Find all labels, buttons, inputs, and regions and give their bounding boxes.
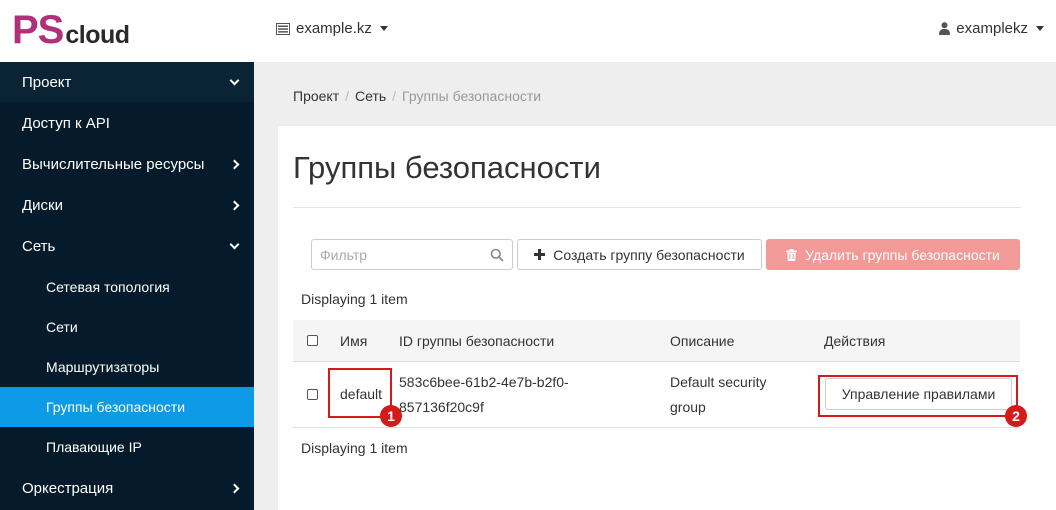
caret-down-icon	[379, 26, 388, 31]
sidebar-item-label: Плавающие IP	[46, 439, 142, 455]
chevron-right-icon	[229, 483, 240, 493]
sidebar: Проект Доступ к API Вычислительные ресур…	[0, 62, 254, 510]
user-menu[interactable]: examplekz	[939, 20, 1044, 37]
project-name: example.kz	[296, 20, 372, 37]
search-icon[interactable]	[490, 248, 504, 262]
sidebar-item-label: Сетевая топология	[46, 279, 170, 295]
sidebar-item-label: Группы безопасности	[46, 399, 186, 415]
column-header-name[interactable]: Имя	[340, 333, 367, 349]
user-name: examplekz	[956, 20, 1028, 37]
displaying-count-bottom: Displaying 1 item	[301, 440, 408, 456]
sidebar-item-orchestration[interactable]: Оркестрация	[0, 468, 254, 508]
description-line2: group	[670, 399, 706, 415]
row-checkbox[interactable]	[307, 389, 318, 400]
column-header-actions: Действия	[824, 333, 886, 349]
list-icon	[276, 22, 290, 35]
security-group-id: 583c6bee-61b2-4e7b-b2f0- 857136f20c9f	[399, 370, 569, 420]
sidebar-item-network[interactable]: Сеть	[0, 226, 254, 266]
sidebar-item-floating-ips[interactable]: Плавающие IP	[0, 427, 254, 467]
create-button-label: Создать группу безопасности	[553, 246, 745, 263]
logo-ps: PS	[12, 8, 64, 52]
sidebar-item-label: Доступ к API	[22, 114, 110, 132]
project-selector[interactable]: example.kz	[276, 20, 388, 37]
sidebar-item-security-groups[interactable]: Группы безопасности	[0, 387, 254, 427]
security-group-id-line2: 857136f20c9f	[399, 399, 484, 415]
column-header-id[interactable]: ID группы безопасности	[399, 333, 554, 349]
displaying-count-top: Displaying 1 item	[301, 291, 408, 307]
breadcrumb: Проект / Сеть / Группы безопасности	[293, 88, 541, 104]
title-divider	[293, 207, 1021, 208]
delete-security-groups-button[interactable]: Удалить группы безопасности	[766, 239, 1020, 270]
sidebar-item-volumes[interactable]: Диски	[0, 185, 254, 225]
sidebar-item-label: Проект	[22, 73, 72, 91]
description-line1: Default security	[670, 374, 767, 390]
main-content: Проект / Сеть / Группы безопасности Груп…	[254, 62, 1056, 510]
sidebar-item-routers[interactable]: Маршрутизаторы	[0, 347, 254, 387]
caret-down-icon	[1036, 26, 1044, 31]
content-panel: Группы безопасности Создать группу безоп…	[278, 126, 1056, 510]
annotation-badge-1: 1	[380, 405, 402, 427]
filter-input[interactable]	[320, 246, 490, 263]
sidebar-item-network-topology[interactable]: Сетевая топология	[0, 267, 254, 307]
security-group-id-line1: 583c6bee-61b2-4e7b-b2f0-	[399, 374, 569, 390]
annotation-badge-2: 2	[1005, 405, 1027, 427]
breadcrumb-current: Группы безопасности	[402, 88, 542, 104]
chevron-down-icon	[229, 75, 240, 85]
breadcrumb-separator: /	[345, 88, 350, 104]
filter-box[interactable]	[311, 239, 513, 270]
sidebar-item-label: Оркестрация	[22, 479, 114, 497]
breadcrumb-project[interactable]: Проект	[293, 88, 339, 104]
plus-icon	[534, 249, 546, 260]
breadcrumb-network[interactable]: Сеть	[355, 88, 386, 104]
sidebar-item-label: Сети	[46, 319, 78, 335]
sidebar-item-networks[interactable]: Сети	[0, 307, 254, 347]
chevron-down-icon	[229, 239, 240, 249]
sidebar-item-project[interactable]: Проект	[0, 62, 254, 102]
create-security-group-button[interactable]: Создать группу безопасности	[517, 239, 762, 270]
page-title: Группы безопасности	[293, 150, 601, 185]
sidebar-item-label: Вычислительные ресурсы	[22, 155, 205, 173]
security-group-description: Default security group	[670, 370, 766, 420]
user-icon	[939, 22, 951, 35]
trash-icon	[786, 248, 798, 261]
chevron-right-icon	[229, 159, 240, 169]
select-all-checkbox[interactable]	[307, 335, 318, 346]
brand-logo[interactable]: PS cloud	[12, 8, 130, 52]
table-header: Имя ID группы безопасности Описание Дейс…	[293, 320, 1020, 362]
top-navbar: PS cloud example.kz examplekz	[0, 0, 1056, 62]
sidebar-item-label: Диски	[22, 196, 63, 214]
highlight-box-action	[818, 375, 1018, 417]
sidebar-item-label: Сеть	[22, 237, 56, 255]
sidebar-item-api-access[interactable]: Доступ к API	[0, 103, 254, 143]
sidebar-item-compute[interactable]: Вычислительные ресурсы	[0, 144, 254, 184]
column-header-description[interactable]: Описание	[670, 333, 734, 349]
chevron-right-icon	[229, 200, 240, 210]
breadcrumb-separator: /	[392, 88, 397, 104]
delete-button-label: Удалить группы безопасности	[805, 246, 1000, 263]
sidebar-item-label: Маршрутизаторы	[46, 359, 160, 375]
logo-cloud: cloud	[65, 21, 130, 49]
